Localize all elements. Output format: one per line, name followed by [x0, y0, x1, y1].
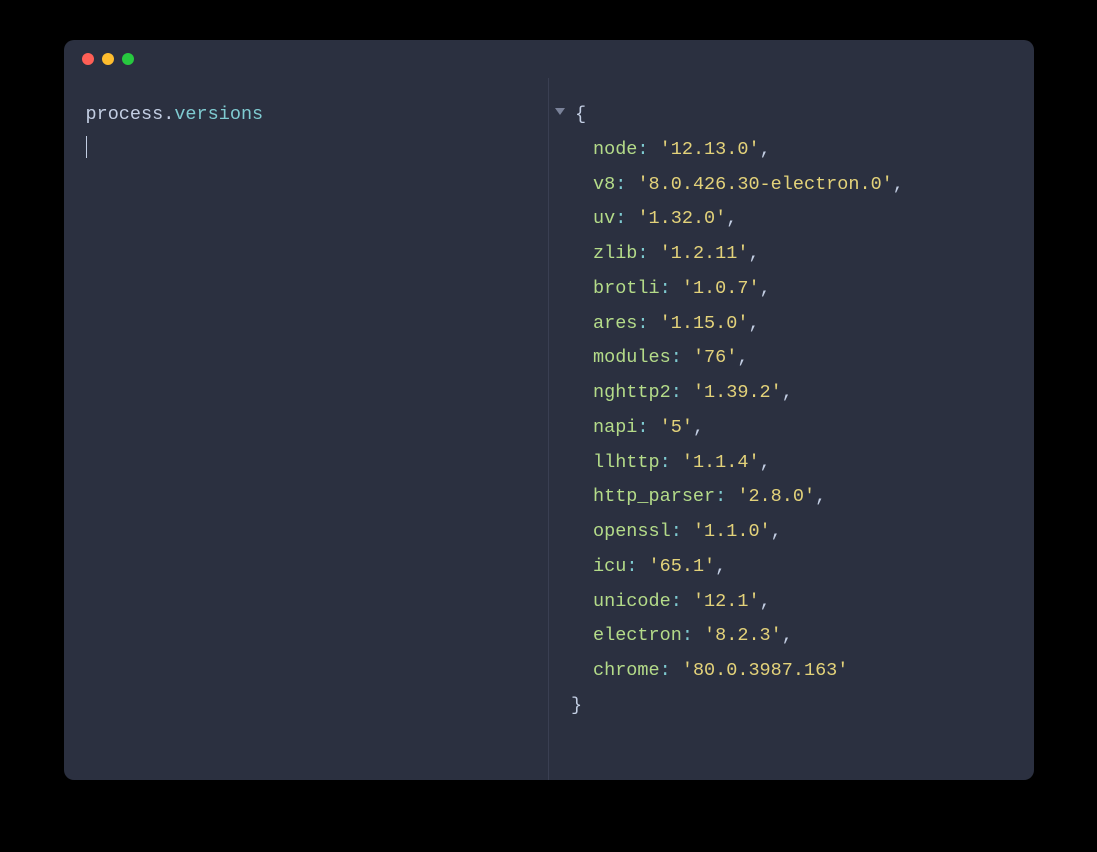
output-entries: node: '12.13.0',v8: '8.0.426.30-electron…	[571, 133, 1012, 689]
output-entry: ares: '1.15.0',	[571, 307, 1012, 342]
repl-window: process.versions { node: '12.13.0',v8: '…	[64, 40, 1034, 780]
output-open-brace: {	[575, 98, 1012, 133]
output-entry: brotli: '1.0.7',	[571, 272, 1012, 307]
colon: :	[671, 347, 682, 368]
output-key: chrome	[593, 660, 660, 681]
close-button[interactable]	[82, 53, 94, 65]
colon: :	[671, 382, 682, 403]
output-value: '80.0.3987.163'	[682, 660, 849, 681]
input-line: process.versions	[86, 98, 527, 133]
text-cursor	[86, 136, 88, 158]
colon: :	[660, 452, 671, 473]
comma: ,	[893, 174, 904, 195]
dot-operator: .	[163, 104, 174, 125]
colon: :	[615, 174, 626, 195]
comma: ,	[771, 521, 782, 542]
colon: :	[637, 417, 648, 438]
output-value: '1.1.4'	[682, 452, 760, 473]
colon: :	[626, 556, 637, 577]
comma: ,	[748, 313, 759, 334]
output-value: '8.0.426.30-electron.0'	[637, 174, 892, 195]
output-entry: uv: '1.32.0',	[571, 202, 1012, 237]
output-value: '65.1'	[649, 556, 716, 577]
output-value: '12.13.0'	[660, 139, 760, 160]
colon: :	[671, 591, 682, 612]
output-key: openssl	[593, 521, 671, 542]
output-value: '1.0.7'	[682, 278, 760, 299]
output-value: '8.2.3'	[704, 625, 782, 646]
minimize-button[interactable]	[102, 53, 114, 65]
colon: :	[715, 486, 726, 507]
output-key: brotli	[593, 278, 660, 299]
output-entry: modules: '76',	[571, 341, 1012, 376]
window-titlebar	[64, 40, 1034, 78]
output-key: v8	[593, 174, 615, 195]
comma: ,	[760, 139, 771, 160]
output-key: node	[593, 139, 637, 160]
comma: ,	[737, 347, 748, 368]
output-entry: v8: '8.0.426.30-electron.0',	[571, 168, 1012, 203]
comma: ,	[760, 278, 771, 299]
output-key: ares	[593, 313, 637, 334]
comma: ,	[715, 556, 726, 577]
colon: :	[637, 313, 648, 334]
comma: ,	[782, 625, 793, 646]
output-entry: unicode: '12.1',	[571, 585, 1012, 620]
output-value: '76'	[693, 347, 737, 368]
input-pane[interactable]: process.versions	[64, 78, 550, 780]
output-key: http_parser	[593, 486, 715, 507]
output-pane: { node: '12.13.0',v8: '8.0.426.30-electr…	[549, 78, 1034, 780]
output-key: unicode	[593, 591, 671, 612]
cursor-line	[86, 133, 527, 168]
output-entry: node: '12.13.0',	[571, 133, 1012, 168]
comma: ,	[693, 417, 704, 438]
output-entry: zlib: '1.2.11',	[571, 237, 1012, 272]
output-key: electron	[593, 625, 682, 646]
output-entry: llhttp: '1.1.4',	[571, 446, 1012, 481]
input-object: process	[86, 104, 164, 125]
maximize-button[interactable]	[122, 53, 134, 65]
comma: ,	[760, 452, 771, 473]
output-entry: openssl: '1.1.0',	[571, 515, 1012, 550]
output-value: '1.39.2'	[693, 382, 782, 403]
comma: ,	[815, 486, 826, 507]
output-value: '5'	[660, 417, 693, 438]
comma: ,	[782, 382, 793, 403]
output-key: napi	[593, 417, 637, 438]
colon: :	[637, 243, 648, 264]
colon: :	[615, 208, 626, 229]
output-entry: nghttp2: '1.39.2',	[571, 376, 1012, 411]
colon: :	[682, 625, 693, 646]
output-close-brace: }	[571, 689, 1012, 724]
output-entry: icu: '65.1',	[571, 550, 1012, 585]
output-value: '12.1'	[693, 591, 760, 612]
output-value: '1.2.11'	[660, 243, 749, 264]
colon: :	[637, 139, 648, 160]
output-key: uv	[593, 208, 615, 229]
output-key: modules	[593, 347, 671, 368]
output-entry: napi: '5',	[571, 411, 1012, 446]
colon: :	[671, 521, 682, 542]
output-key: nghttp2	[593, 382, 671, 403]
output-value: '1.15.0'	[660, 313, 749, 334]
output-entry: chrome: '80.0.3987.163'	[571, 654, 1012, 689]
output-value: '1.1.0'	[693, 521, 771, 542]
collapse-toggle-icon[interactable]	[555, 108, 565, 115]
comma: ,	[748, 243, 759, 264]
output-value: '1.32.0'	[637, 208, 726, 229]
colon: :	[660, 278, 671, 299]
output-key: llhttp	[593, 452, 660, 473]
input-property: versions	[174, 104, 263, 125]
output-value: '2.8.0'	[737, 486, 815, 507]
output-key: icu	[593, 556, 626, 577]
output-entry: electron: '8.2.3',	[571, 619, 1012, 654]
output-entry: http_parser: '2.8.0',	[571, 480, 1012, 515]
output-key: zlib	[593, 243, 637, 264]
comma: ,	[726, 208, 737, 229]
comma: ,	[760, 591, 771, 612]
repl-content: process.versions { node: '12.13.0',v8: '…	[64, 78, 1034, 780]
colon: :	[660, 660, 671, 681]
